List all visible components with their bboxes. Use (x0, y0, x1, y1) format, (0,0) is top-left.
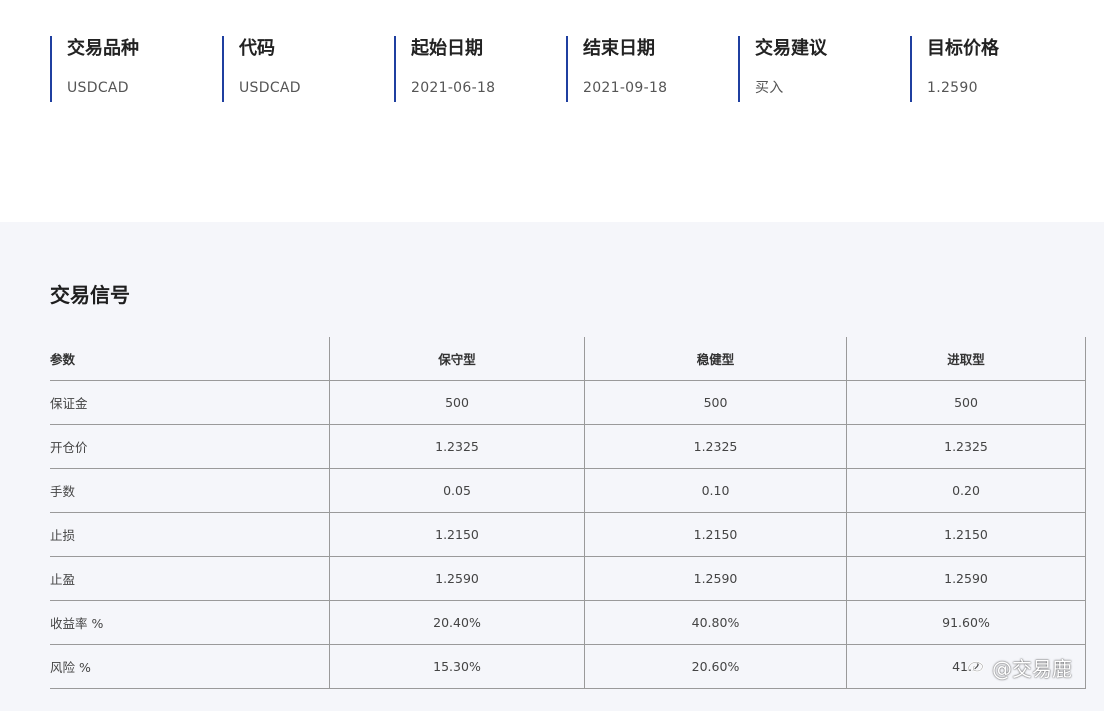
info-label: 交易品种 (67, 38, 139, 59)
header-conservative: 保守型 (329, 337, 585, 381)
info-item-target-price: 目标价格 1.2590 (910, 36, 1082, 102)
cell-balanced: 500 (584, 380, 847, 425)
signal-section: 交易信号 参数 保守型 稳健型 进取型 保证金 500 500 500 开仓价 … (0, 222, 1104, 711)
cell-balanced: 1.2150 (584, 512, 847, 557)
row-param: 止损 (50, 512, 330, 557)
info-value: USDCAD (239, 80, 301, 96)
cell-aggressive: 1.2325 (846, 424, 1086, 469)
cell-aggressive: 0.20 (846, 468, 1086, 513)
info-label: 目标价格 (927, 38, 999, 59)
info-item-code: 代码 USDCAD (222, 36, 394, 102)
table-row: 保证金 500 500 500 (50, 380, 1086, 425)
cell-conservative: 1.2325 (329, 424, 585, 469)
cell-conservative: 1.2590 (329, 556, 585, 601)
info-item-end-date: 结束日期 2021-09-18 (566, 36, 738, 102)
cell-balanced: 40.80% (584, 600, 847, 645)
info-value: 买入 (755, 80, 784, 96)
cell-aggressive: 1.2590 (846, 556, 1086, 601)
cell-aggressive: 91.60% (846, 600, 1086, 645)
row-param: 手数 (50, 468, 330, 513)
table-row: 止盈 1.2590 1.2590 1.2590 (50, 556, 1086, 601)
cell-conservative: 20.40% (329, 600, 585, 645)
signal-table: 参数 保守型 稳健型 进取型 保证金 500 500 500 开仓价 1.232… (50, 337, 1086, 689)
info-value: 2021-09-18 (583, 80, 668, 96)
row-param: 风险 % (50, 644, 330, 689)
table-row: 开仓价 1.2325 1.2325 1.2325 (50, 424, 1086, 469)
info-label: 交易建议 (755, 38, 827, 59)
header-balanced: 稳健型 (584, 337, 847, 381)
info-value: 1.2590 (927, 80, 978, 96)
section-title: 交易信号 (50, 283, 130, 307)
info-value: USDCAD (67, 80, 129, 96)
info-item-suggestion: 交易建议 买入 (738, 36, 910, 102)
watermark-text: @交易鹿 (992, 656, 1072, 681)
cell-balanced: 1.2325 (584, 424, 847, 469)
table-row: 止损 1.2150 1.2150 1.2150 (50, 512, 1086, 557)
info-item-start-date: 起始日期 2021-06-18 (394, 36, 566, 102)
cell-conservative: 1.2150 (329, 512, 585, 557)
cell-balanced: 1.2590 (584, 556, 847, 601)
watermark: @交易鹿 (964, 652, 1072, 682)
info-value: 2021-06-18 (411, 80, 496, 96)
info-label: 代码 (239, 38, 275, 59)
row-param: 止盈 (50, 556, 330, 601)
table-row: 手数 0.05 0.10 0.20 (50, 468, 1086, 513)
brand-logo-icon (966, 661, 984, 673)
table-row: 收益率 % 20.40% 40.80% 91.60% (50, 600, 1086, 645)
header-aggressive: 进取型 (846, 337, 1086, 381)
header-param: 参数 (50, 337, 330, 381)
info-item-symbol: 交易品种 USDCAD (50, 36, 222, 102)
row-param: 收益率 % (50, 600, 330, 645)
info-label: 结束日期 (583, 38, 655, 59)
cell-aggressive: 1.2150 (846, 512, 1086, 557)
table-row: 风险 % 15.30% 20.60% 41.2 (50, 644, 1086, 689)
row-param: 保证金 (50, 380, 330, 425)
cell-aggressive: 500 (846, 380, 1086, 425)
row-param: 开仓价 (50, 424, 330, 469)
cell-balanced: 20.60% (584, 644, 847, 689)
table-header-row: 参数 保守型 稳健型 进取型 (50, 337, 1086, 381)
info-strip: 交易品种 USDCAD 代码 USDCAD 起始日期 2021-06-18 结束… (50, 36, 1082, 102)
cell-conservative: 15.30% (329, 644, 585, 689)
cell-balanced: 0.10 (584, 468, 847, 513)
info-label: 起始日期 (411, 38, 483, 59)
cell-conservative: 0.05 (329, 468, 585, 513)
cell-conservative: 500 (329, 380, 585, 425)
